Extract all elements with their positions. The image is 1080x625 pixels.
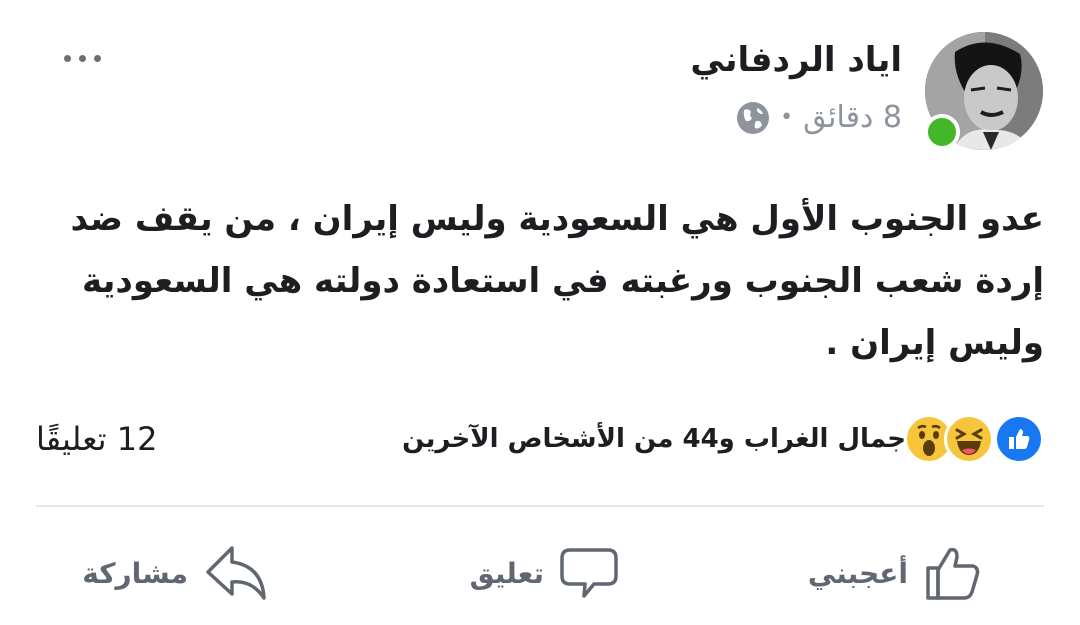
comment-count[interactable]: 12 تعليقًا [36,420,157,458]
share-label: مشاركة [82,556,188,590]
haha-icon [944,414,994,464]
comment-label: تعليق [469,556,544,590]
like-icon [994,414,1044,464]
post-meta: 8 دقائق • [736,100,902,135]
share-button[interactable]: مشاركة [82,538,268,608]
comment-icon [560,548,618,598]
reactions-summary[interactable]: جمال الغراب و44 من الأشخاص الآخرين [402,414,1044,464]
post-text: عدو الجنوب الأول هي السعودية وليس إيران … [70,199,1044,363]
meta-separator: • [780,105,794,130]
more-dot [78,54,86,62]
globe-icon [737,101,770,134]
more-options-button[interactable] [52,40,112,76]
author-name[interactable]: اياد الردفاني [690,40,902,80]
share-icon [206,546,266,600]
divider [36,505,1044,507]
more-dot [93,54,101,62]
online-status-dot [924,114,960,150]
like-button[interactable]: أعجبني [808,538,984,608]
more-dot [63,54,71,62]
thumbs-up-icon [926,547,980,600]
post-time[interactable]: 8 دقائق [803,100,902,135]
reactors-text[interactable]: جمال الغراب و44 من الأشخاص الآخرين [402,424,906,454]
comment-button[interactable]: تعليق [470,538,620,608]
like-label: أعجبني [807,556,908,590]
